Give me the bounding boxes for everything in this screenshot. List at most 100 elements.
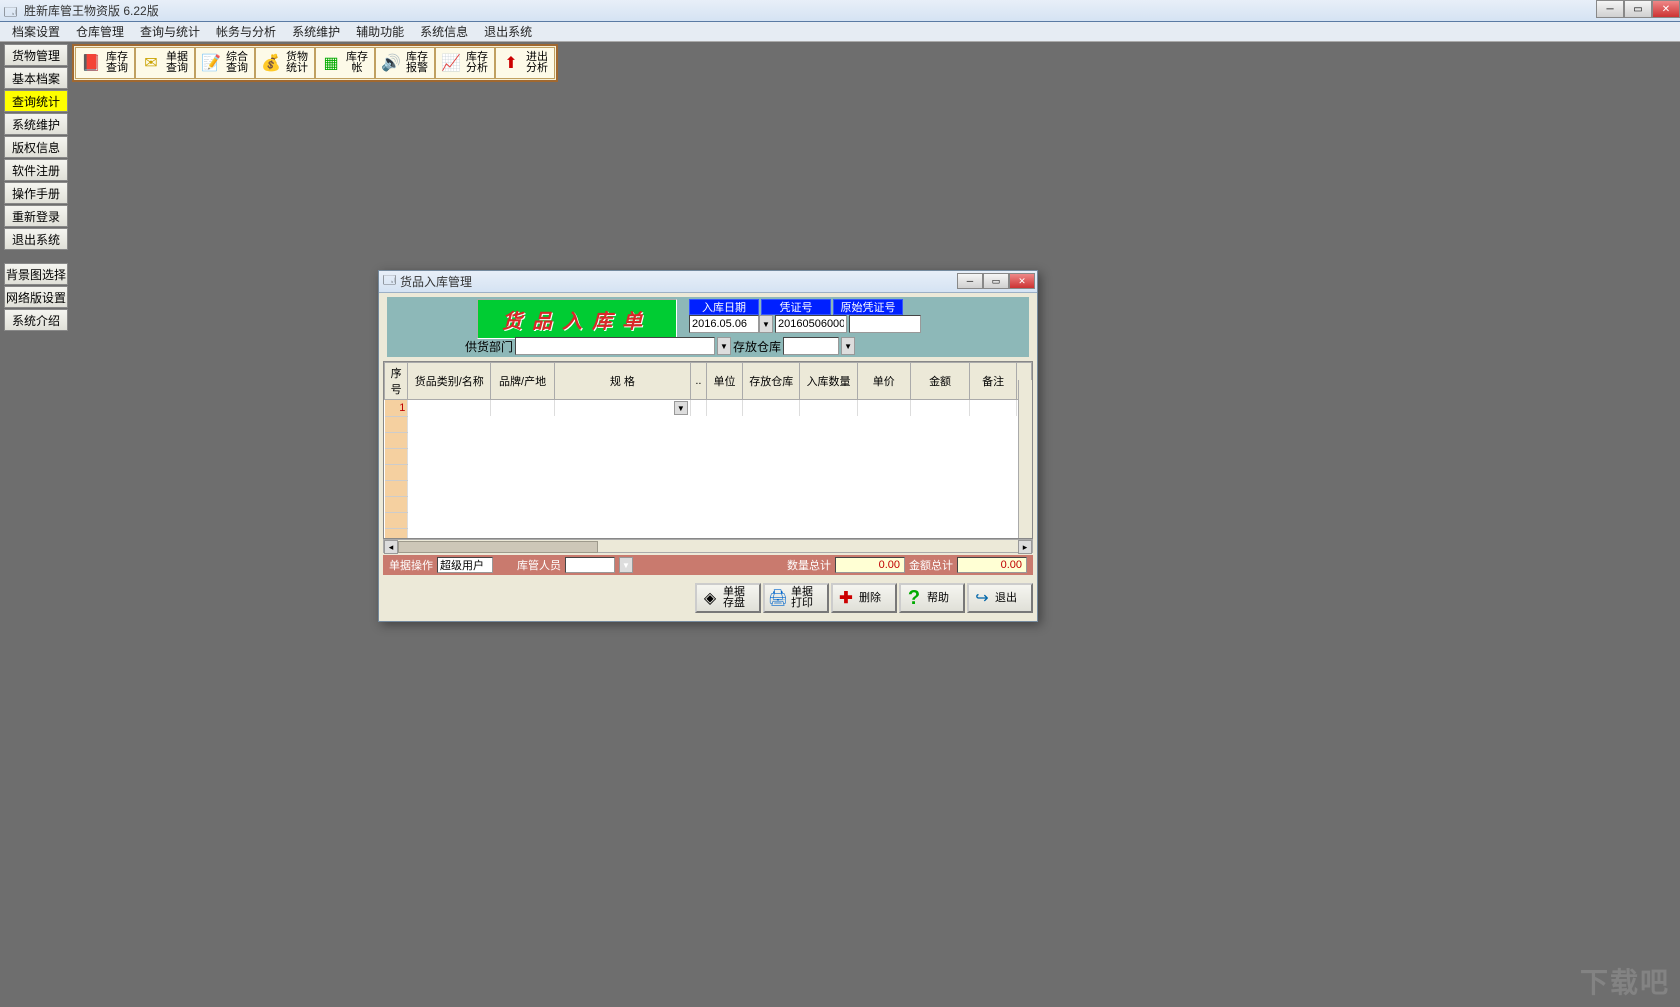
money-icon: 💰 [258, 50, 284, 76]
supplier-dropdown-icon[interactable]: ▼ [717, 337, 731, 355]
supplier-input[interactable] [515, 337, 715, 355]
date-dropdown-icon[interactable]: ▼ [759, 315, 773, 333]
menu-info[interactable]: 系统信息 [412, 21, 476, 42]
maximize-button[interactable]: ▭ [1624, 0, 1652, 18]
th-unit[interactable]: 单位 [706, 363, 742, 400]
voucher-label: 凭证号 [761, 299, 831, 315]
th-dots[interactable]: .. [690, 363, 706, 400]
th-brand[interactable]: 品牌/产地 [491, 363, 555, 400]
app-icon: 🗔 [4, 3, 20, 19]
child-window: 🗔 货品入库管理 ─ ▭ ✕ 货品入库单 入库日期 凭证号 原始凭证号 ▼ [378, 270, 1038, 622]
th-price[interactable]: 单价 [857, 363, 910, 400]
sidebar-item-intro[interactable]: 系统介绍 [4, 309, 68, 331]
th-qty[interactable]: 入库数量 [800, 363, 857, 400]
toolbar: 📕库存查询 ✉单据查询 📝综合查询 💰货物统计 ▦库存帐 🔊库存报警 📈库存分析… [72, 44, 558, 82]
menu-account[interactable]: 帐务与分析 [208, 21, 284, 42]
child-maximize-button[interactable]: ▭ [983, 273, 1009, 289]
amt-label: 金额总计 [909, 557, 953, 573]
scroll-left-icon[interactable]: ◂ [384, 540, 398, 554]
th-name[interactable]: 货品类别/名称 [408, 363, 491, 400]
th-store[interactable]: 存放仓库 [743, 363, 800, 400]
scroll-thumb[interactable] [398, 541, 598, 553]
action-row: ◈单据存盘 🖨单据打印 ✚删除 ?帮助 ↪退出 [379, 577, 1037, 621]
sidebar-item-background[interactable]: 背景图选择 [4, 263, 68, 285]
close-button[interactable]: ✕ [1652, 0, 1680, 18]
horizontal-scrollbar[interactable]: ◂ ▸ [383, 539, 1033, 553]
speaker-icon: 🔊 [378, 50, 404, 76]
keeper-dropdown-icon[interactable]: ▼ [619, 557, 633, 573]
tb-stock-query[interactable]: 📕库存查询 [75, 47, 135, 79]
menu-warehouse[interactable]: 仓库管理 [68, 21, 132, 42]
main-titlebar: 🗔 胜新库管王物资版 6.22版 ─ ▭ ✕ [0, 0, 1680, 22]
sidebar-item-exit[interactable]: 退出系统 [4, 228, 68, 250]
child-minimize-button[interactable]: ─ [957, 273, 983, 289]
envelope-icon: ✉ [138, 50, 164, 76]
keeper-select[interactable] [565, 557, 615, 573]
delete-button[interactable]: ✚删除 [831, 583, 897, 613]
vertical-scrollbar[interactable] [1018, 380, 1032, 538]
tb-stock-ledger[interactable]: ▦库存帐 [315, 47, 375, 79]
form-title: 货品入库单 [502, 305, 652, 334]
minimize-button[interactable]: ─ [1596, 0, 1624, 18]
th-seq[interactable]: 序号 [385, 363, 408, 400]
scroll-right-icon[interactable]: ▸ [1018, 540, 1032, 554]
tb-goods-stats[interactable]: 💰货物统计 [255, 47, 315, 79]
keeper-label: 库管人员 [517, 557, 561, 573]
printer-icon: 🖨 [767, 587, 789, 609]
menubar: 档案设置 仓库管理 查询与统计 帐务与分析 系统维护 辅助功能 系统信息 退出系… [0, 22, 1680, 42]
print-button[interactable]: 🖨单据打印 [763, 583, 829, 613]
amt-total: 0.00 [957, 557, 1027, 573]
sidebar-item-manual[interactable]: 操作手册 [4, 182, 68, 204]
chart-icon: 📈 [438, 50, 464, 76]
save-button[interactable]: ◈单据存盘 [695, 583, 761, 613]
th-amount[interactable]: 金额 [910, 363, 969, 400]
sidebar-item-system[interactable]: 系统维护 [4, 113, 68, 135]
menu-system[interactable]: 系统维护 [284, 21, 348, 42]
orig-voucher-label: 原始凭证号 [833, 299, 903, 315]
sidebar-item-query[interactable]: 查询统计 [4, 90, 68, 112]
th-remark[interactable]: 备注 [970, 363, 1017, 400]
menu-query[interactable]: 查询与统计 [132, 21, 208, 42]
sidebar-item-network[interactable]: 网络版设置 [4, 286, 68, 308]
book-icon: 📕 [78, 50, 104, 76]
plus-icon: ✚ [835, 587, 857, 609]
spec-dropdown-icon[interactable]: ▼ [674, 401, 688, 415]
row-num: 1 [385, 400, 408, 417]
menu-archive[interactable]: 档案设置 [4, 21, 68, 42]
sidebar-item-archive[interactable]: 基本档案 [4, 67, 68, 89]
op-label: 单据操作 [389, 557, 433, 573]
date-input[interactable] [689, 315, 759, 333]
qty-label: 数量总计 [787, 557, 831, 573]
child-close-button[interactable]: ✕ [1009, 273, 1035, 289]
table-header-row: 序号 货品类别/名称 品牌/产地 规 格 .. 单位 存放仓库 入库数量 单价 … [385, 363, 1032, 400]
exit-button[interactable]: ↪退出 [967, 583, 1033, 613]
tb-bill-query[interactable]: ✉单据查询 [135, 47, 195, 79]
sidebar-item-goods[interactable]: 货物管理 [4, 44, 68, 66]
watermark: 下载吧 [1580, 961, 1670, 1001]
tb-stock-alarm[interactable]: 🔊库存报警 [375, 47, 435, 79]
sidebar-item-register[interactable]: 软件注册 [4, 159, 68, 181]
menu-assist[interactable]: 辅助功能 [348, 21, 412, 42]
sidebar-item-relogin[interactable]: 重新登录 [4, 205, 68, 227]
sidebar-item-copyright[interactable]: 版权信息 [4, 136, 68, 158]
exit-icon: ↪ [971, 587, 993, 609]
menu-exit[interactable]: 退出系统 [476, 21, 540, 42]
date-label: 入库日期 [689, 299, 759, 315]
qty-total: 0.00 [835, 557, 905, 573]
grid-table: 序号 货品类别/名称 品牌/产地 规 格 .. 单位 存放仓库 入库数量 单价 … [383, 361, 1033, 539]
th-spec[interactable]: 规 格 [554, 363, 690, 400]
warehouse-input[interactable] [783, 337, 839, 355]
help-button[interactable]: ?帮助 [899, 583, 965, 613]
voucher-input[interactable] [775, 315, 847, 333]
warehouse-dropdown-icon[interactable]: ▼ [841, 337, 855, 355]
tb-composite-query[interactable]: 📝综合查询 [195, 47, 255, 79]
supplier-label: 供货部门 [465, 338, 513, 355]
tb-stock-analysis[interactable]: 📈库存分析 [435, 47, 495, 79]
warehouse-label: 存放仓库 [733, 338, 781, 355]
orig-voucher-input[interactable] [849, 315, 921, 333]
app-small-icon: 🗔 [383, 271, 396, 292]
save-icon: ◈ [699, 587, 721, 609]
child-title: 货品入库管理 [400, 273, 472, 290]
tb-io-analysis[interactable]: ⬆进出分析 [495, 47, 555, 79]
table-row[interactable]: 1 ▼ [385, 400, 1032, 417]
